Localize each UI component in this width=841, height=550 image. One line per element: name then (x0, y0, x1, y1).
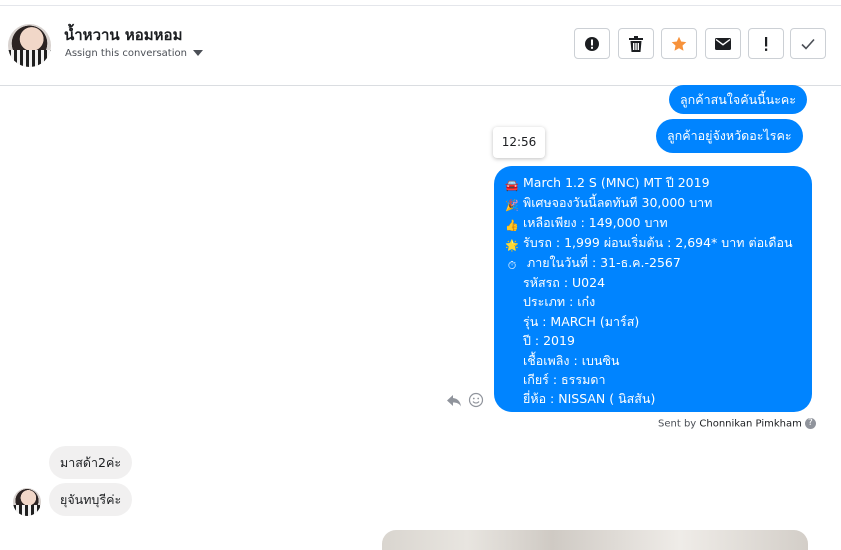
sun-icon: 🌟 (505, 239, 519, 252)
listing-line: รุ่น : MARCH (มาร์ส) (505, 312, 812, 331)
listing-line: รหัสรถ : U024 (505, 273, 812, 292)
incoming-message[interactable]: มาสด้า2ค่ะ (49, 446, 133, 479)
timer-clock-icon: ⏱ (507, 259, 517, 272)
assign-conversation-dropdown[interactable]: Assign this conversation (65, 48, 203, 59)
party-popper-icon: 🎉 (505, 199, 519, 212)
emoji-spacer (505, 353, 519, 367)
emoji-spacer (505, 391, 519, 405)
listing-line: ปี : 2019 (505, 331, 812, 350)
listing-line-text: March 1.2 S (MNC) MT ปี 2019 (523, 175, 710, 190)
outgoing-message[interactable]: ลูกค้าสนใจคันนี้นะคะ (669, 85, 807, 114)
trash-icon (629, 35, 643, 52)
reaction-smiley-icon[interactable] (468, 392, 484, 408)
listing-line: 🚘 March 1.2 S (MNC) MT ปี 2019 (505, 173, 812, 193)
listing-line: 🎉 พิเศษจองวันนี้ลดทันที 30,000 บาท (505, 193, 812, 213)
caret-down-icon (192, 50, 203, 56)
listing-line: 👍 เหลือเพียง : 149,000 บาท (505, 213, 812, 233)
listing-line-text: ปี : 2019 (523, 333, 575, 349)
mark-unread-button[interactable] (705, 28, 741, 59)
listing-line: 🌟 รับรถ : 1,999 ผ่อนเริ่มต้น : 2,694* บาท… (505, 233, 812, 253)
incoming-message[interactable]: ยุจันทบุรีค่ะ (49, 483, 133, 516)
listing-line: เชื้อเพลิง : เบนซิน (505, 351, 812, 370)
outgoing-message-listing[interactable]: 🚘 March 1.2 S (MNC) MT ปี 2019 🎉 พิเศษจองวั… (494, 166, 812, 412)
reply-icon[interactable] (446, 392, 462, 408)
alert-circle-icon (585, 36, 599, 51)
contact-avatar[interactable] (8, 24, 51, 67)
assign-label: Assign this conversation (65, 48, 187, 59)
attachment-preview[interactable] (382, 530, 808, 550)
listing-line-text: รุ่น : MARCH (มาร์ส) (523, 313, 640, 329)
envelope-icon (715, 37, 731, 50)
conversation-header: น้ำหวาน หอมหอม Assign this conversation (0, 6, 841, 86)
listing-line-text: ภายในวันที่ : 31-ธ.ค.-2567 (523, 255, 681, 270)
emoji-spacer (505, 372, 519, 386)
checkmark-icon (801, 38, 815, 50)
delete-button[interactable] (618, 28, 654, 59)
listing-lines: 🚘 March 1.2 S (MNC) MT ปี 2019 🎉 พิเศษจองวั… (505, 173, 812, 409)
listing-line-text: เหลือเพียง : 149,000 บาท (523, 215, 668, 230)
listing-line-text: ประเภท : เก๋ง (523, 294, 596, 310)
done-button[interactable] (790, 28, 826, 59)
emoji-spacer (505, 275, 519, 289)
message-text: มาสด้า2ค่ะ (60, 455, 122, 470)
timestamp-tooltip: 12:56 (493, 127, 545, 158)
star-icon (671, 36, 687, 51)
car-icon: 🚘 (505, 179, 519, 192)
listing-line-text: ยี่ห้อ : NISSAN ( นิสสัน) (523, 391, 656, 407)
contact-avatar-small[interactable] (13, 488, 41, 516)
listing-line: เกียร์ : ธรรมดา (505, 370, 812, 389)
help-question-icon[interactable]: ? (804, 418, 816, 429)
listing-line: ยี่ห้อ : NISSAN ( นิสสัน) (505, 389, 812, 408)
spam-button[interactable] (574, 28, 610, 59)
star-button[interactable] (661, 28, 697, 59)
emoji-spacer (505, 333, 519, 347)
thumbs-up-icon: 👍 (505, 219, 519, 232)
sent-by-caption: Sent by Chonnikan Pimkham? (658, 418, 816, 430)
listing-line-text: เชื้อเพลิง : เบนซิน (523, 352, 620, 368)
message-text: ลูกค้าอยู่จังหวัดอะไรคะ (667, 128, 792, 143)
message-text: ยุจันทบุรีค่ะ (60, 492, 122, 507)
emoji-spacer (505, 294, 519, 308)
contact-name[interactable]: น้ำหวาน หอมหอม (64, 23, 182, 47)
listing-line-text: รหัสรถ : U024 (523, 275, 606, 290)
listing-line: ประเภท : เก๋ง (505, 292, 812, 311)
follow-up-button[interactable] (748, 28, 784, 59)
listing-line-text: รับรถ : 1,999 ผ่อนเริ่มต้น : 2,694* บาท … (523, 235, 793, 250)
listing-line-text: พิเศษจองวันนี้ลดทันที 30,000 บาท (523, 195, 713, 210)
listing-line: ⏱ ภายในวันที่ : 31-ธ.ค.-2567 (505, 253, 812, 273)
listing-line-text: เกียร์ : ธรรมดา (523, 372, 606, 388)
emoji-spacer (505, 314, 519, 328)
outgoing-message[interactable]: ลูกค้าอยู่จังหวัดอะไรคะ (656, 119, 803, 153)
sent-by-prefix: Sent by (658, 418, 697, 430)
message-text: ลูกค้าสนใจคันนี้นะคะ (680, 92, 796, 107)
sender-name[interactable]: Chonnikan Pimkham (699, 419, 801, 430)
exclamation-icon (765, 36, 768, 51)
